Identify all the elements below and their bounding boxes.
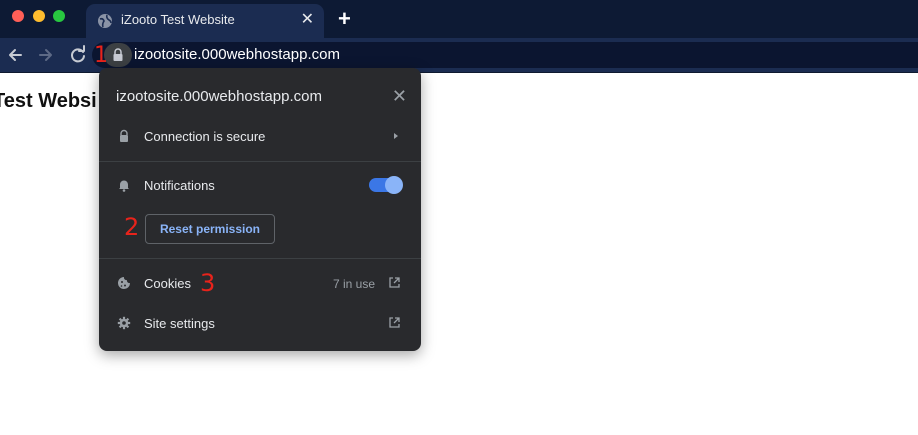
tab-title: iZooto Test Website xyxy=(121,12,235,27)
gear-icon xyxy=(117,316,131,330)
connection-label: Connection is secure xyxy=(144,129,266,144)
url-text[interactable]: izootosite.000webhostapp.com xyxy=(134,46,340,63)
browser-tab[interactable]: iZooto Test Website ✕ xyxy=(86,4,324,38)
lock-icon xyxy=(112,48,124,67)
site-info-button[interactable] xyxy=(104,43,132,67)
divider xyxy=(99,258,421,259)
site-info-popup: izootosite.000webhostapp.com ✕ Connectio… xyxy=(99,68,421,351)
cookies-count: 7 in use xyxy=(332,277,375,291)
tab-strip: iZooto Test Website ✕ + xyxy=(0,0,918,38)
close-icon[interactable]: ✕ xyxy=(392,86,407,106)
forward-arrow-icon[interactable] xyxy=(35,44,57,66)
notifications-toggle[interactable] xyxy=(369,176,403,194)
bell-icon xyxy=(117,178,131,192)
popup-title: izootosite.000webhostapp.com xyxy=(116,88,322,105)
caret-right-icon xyxy=(391,129,401,148)
external-link-icon xyxy=(388,316,401,334)
cookies-label: Cookies xyxy=(144,276,191,291)
window-minimize-button[interactable] xyxy=(33,10,45,22)
notifications-label: Notifications xyxy=(144,178,215,193)
annotation-marker-3: 3 xyxy=(200,269,216,297)
reset-permission-button[interactable]: Reset permission xyxy=(145,214,275,244)
lock-icon xyxy=(117,129,131,143)
reload-icon[interactable] xyxy=(67,44,89,66)
window-close-button[interactable] xyxy=(12,10,24,22)
plus-icon[interactable]: + xyxy=(338,7,351,31)
back-arrow-icon[interactable] xyxy=(4,44,26,66)
site-settings-row[interactable]: Site settings xyxy=(99,306,421,342)
site-settings-label: Site settings xyxy=(144,316,215,331)
divider xyxy=(99,161,421,162)
close-icon[interactable]: ✕ xyxy=(301,11,314,29)
connection-row[interactable]: Connection is secure xyxy=(99,119,421,155)
external-link-icon xyxy=(388,276,401,294)
annotation-marker-1: 1 xyxy=(94,43,108,68)
window-maximize-button[interactable] xyxy=(53,10,65,22)
page-heading: Test Websi xyxy=(0,90,97,112)
cookies-row[interactable]: Cookies 3 7 in use xyxy=(99,266,421,302)
annotation-marker-2: 2 xyxy=(124,213,140,241)
cookie-icon xyxy=(117,276,131,290)
toggle-knob xyxy=(385,176,403,194)
globe-icon xyxy=(97,13,113,29)
